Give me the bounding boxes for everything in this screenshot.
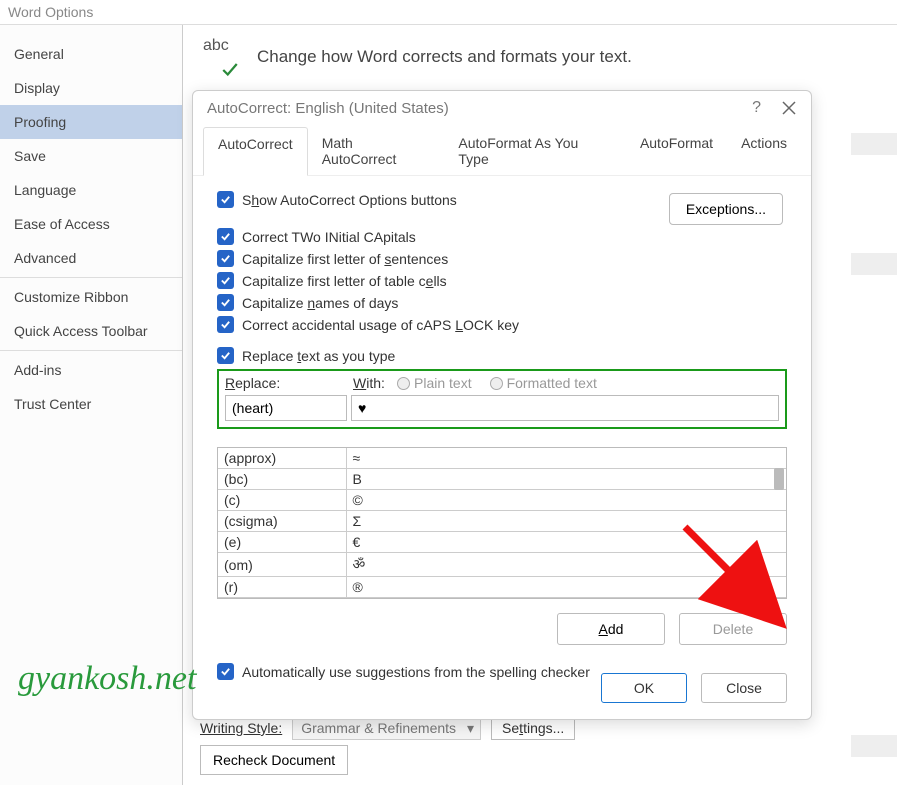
table-row[interactable]: (bc)B [218, 469, 786, 490]
checkbox-label: Capitalize first letter of table cells [242, 273, 447, 289]
scroll-track-segment [851, 133, 897, 155]
table-row[interactable]: (csigma)Σ [218, 511, 786, 532]
exceptions-button[interactable]: Exceptions... [669, 193, 783, 225]
checkbox-replace-type[interactable] [217, 347, 234, 364]
replace-with-highlight: Replace: With: Plain text Formatted text [217, 369, 787, 429]
tab-actions[interactable]: Actions [727, 127, 801, 175]
checkbox-label: Automatically use suggestions from the s… [242, 664, 590, 680]
watermark: gyankosh.net [18, 660, 196, 698]
bottom-controls: Writing Style: Grammar & Refinements Set… [200, 716, 575, 770]
sidebar-item-trust-center[interactable]: Trust Center [0, 387, 182, 421]
table-row[interactable]: (approx)≈ [218, 448, 786, 469]
checkbox-label: Correct TWo INitial CApitals [242, 229, 416, 245]
sidebar-item-customize-ribbon[interactable]: Customize Ribbon [0, 280, 182, 314]
dialog-tabs: AutoCorrectMath AutoCorrectAutoFormat As… [193, 127, 811, 176]
window-title: Word Options [0, 0, 897, 25]
autocorrect-entries-table[interactable]: (approx)≈(bc)B(c)©(csigma)Σ(e)€(om)ॐ(r)® [217, 447, 787, 599]
sidebar-item-display[interactable]: Display [0, 71, 182, 105]
checkbox-label: Replace text as you type [242, 348, 395, 364]
with-input[interactable] [351, 395, 779, 421]
table-row[interactable]: (om)ॐ [218, 553, 786, 577]
sidebar-item-language[interactable]: Language [0, 173, 182, 207]
tab-autoformat[interactable]: AutoFormat [626, 127, 727, 175]
checkbox-first-sentence[interactable] [217, 250, 234, 267]
checkbox-table-cells[interactable] [217, 272, 234, 289]
replace-input[interactable] [225, 395, 347, 421]
radio-plain-text [397, 377, 410, 390]
tab-autoformat-as-you-type[interactable]: AutoFormat As You Type [444, 127, 626, 175]
tab-autocorrect[interactable]: AutoCorrect [203, 127, 308, 176]
radio-label-formatted: Formatted text [507, 375, 597, 391]
add-button[interactable]: Add [557, 613, 665, 645]
replace-label: Replace: [225, 375, 353, 391]
help-icon[interactable]: ? [752, 99, 761, 117]
checkbox-label: Show AutoCorrect Options buttons [242, 192, 457, 208]
with-label: With: [353, 375, 397, 391]
table-row[interactable]: (c)© [218, 490, 786, 511]
sidebar-item-save[interactable]: Save [0, 139, 182, 173]
checkbox-caps-lock[interactable] [217, 316, 234, 333]
delete-button[interactable]: Delete [679, 613, 787, 645]
sidebar-separator [0, 277, 182, 278]
sidebar-separator [0, 350, 182, 351]
checkbox-days-names[interactable] [217, 294, 234, 311]
recheck-document-button[interactable]: Recheck Document [200, 745, 348, 775]
sidebar-item-ease-of-access[interactable]: Ease of Access [0, 207, 182, 241]
table-row[interactable]: (r)® [218, 577, 786, 598]
sidebar-item-quick-access-toolbar[interactable]: Quick Access Toolbar [0, 314, 182, 348]
writing-style-label: Writing Style: [200, 720, 282, 736]
scrollbar-thumb[interactable] [774, 468, 784, 490]
checkbox-label: Capitalize names of days [242, 295, 398, 311]
sidebar-item-proofing[interactable]: Proofing [0, 105, 182, 139]
dialog-title: AutoCorrect: English (United States) [207, 100, 449, 117]
radio-label-plain: Plain text [414, 375, 472, 391]
checkbox-two-caps[interactable] [217, 228, 234, 245]
proofing-icon: abc [203, 39, 243, 75]
close-button[interactable]: Close [701, 673, 787, 703]
close-icon[interactable] [781, 100, 797, 116]
sidebar-item-add-ins[interactable]: Add-ins [0, 353, 182, 387]
tab-math-autocorrect[interactable]: Math AutoCorrect [308, 127, 445, 175]
checkbox-label: Capitalize first letter of sentences [242, 251, 448, 267]
sidebar-item-advanced[interactable]: Advanced [0, 241, 182, 275]
ok-button[interactable]: OK [601, 673, 687, 703]
checkbox-label: Correct accidental usage of cAPS LOCK ke… [242, 317, 519, 333]
checkbox-show-options[interactable] [217, 191, 234, 208]
radio-formatted-text [490, 377, 503, 390]
scroll-track-segment [851, 253, 897, 275]
sidebar-item-general[interactable]: General [0, 37, 182, 71]
table-row[interactable]: (e)€ [218, 532, 786, 553]
scroll-track-segment [851, 735, 897, 757]
checkbox-auto-suggestions[interactable] [217, 663, 234, 680]
page-heading: Change how Word corrects and formats you… [257, 47, 632, 67]
autocorrect-dialog: AutoCorrect: English (United States) ? A… [192, 90, 812, 720]
